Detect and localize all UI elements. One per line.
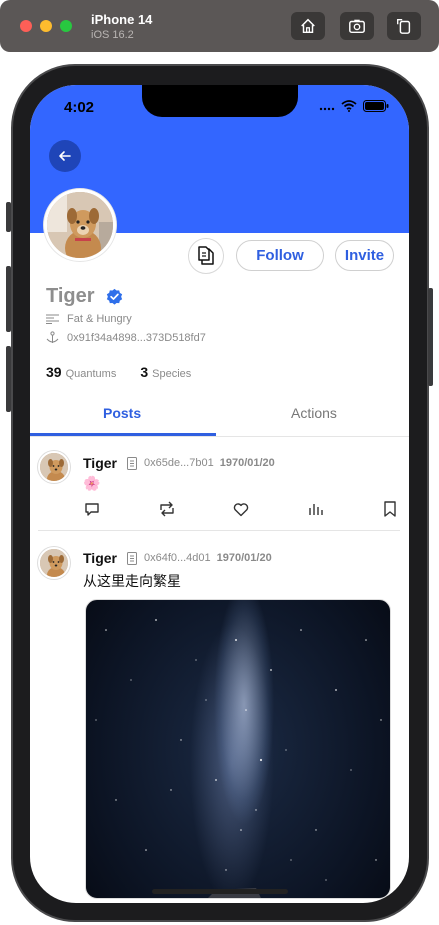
- phone-screen: 4:02 Follow Invite Tiger Fat & Hungry 0x…: [30, 85, 409, 903]
- simulator-title-bar: iPhone 14 iOS 16.2: [0, 0, 439, 52]
- follow-button[interactable]: Follow: [236, 240, 324, 271]
- bio-row: Fat & Hungry: [46, 313, 132, 325]
- repost-icon: [159, 501, 174, 517]
- address-row[interactable]: 0x91f34a4898...373D518fd7: [46, 331, 206, 344]
- document-icon: [126, 551, 137, 565]
- invite-button[interactable]: Invite: [335, 240, 394, 271]
- arrow-left-icon: [59, 151, 71, 161]
- volume-up-button: [6, 266, 11, 332]
- wifi-icon: [341, 100, 357, 112]
- comment-icon: [85, 503, 99, 516]
- os-version: iOS 16.2: [91, 29, 134, 41]
- screenshot-icon: [349, 19, 365, 34]
- stat-label: Species: [152, 368, 192, 380]
- close-window-button[interactable]: [20, 20, 32, 32]
- post-header: Tiger 0x64f0...4d01 1970/01/20: [83, 550, 272, 566]
- verified-badge-icon: [106, 288, 123, 305]
- cellular-icon: [319, 107, 335, 111]
- profile-tabs: Posts Actions: [30, 393, 409, 437]
- starfield: [95, 619, 382, 898]
- volume-down-button: [6, 346, 11, 412]
- profile-avatar[interactable]: [44, 189, 116, 261]
- stat-value: 3: [140, 364, 149, 380]
- text-lines-icon: [46, 314, 59, 324]
- post-header: Tiger 0x65de...7b01 1970/01/20: [83, 455, 275, 471]
- screenshot-button[interactable]: [340, 12, 374, 40]
- home-button[interactable]: [291, 12, 325, 40]
- reply-button[interactable]: [83, 500, 101, 518]
- minimize-window-button[interactable]: [40, 20, 52, 32]
- post-image-milky-way[interactable]: [85, 599, 391, 899]
- stat-value: 39: [46, 364, 62, 380]
- post-text: 🌸: [83, 475, 101, 491]
- post-author-avatar[interactable]: [38, 547, 70, 579]
- post-author-name[interactable]: Tiger: [83, 455, 117, 471]
- device-name: iPhone 14: [91, 12, 153, 27]
- post-address[interactable]: 0x64f0...4d01: [144, 552, 211, 564]
- tab-actions[interactable]: Actions: [291, 405, 337, 421]
- home-icon: [301, 18, 315, 34]
- rotate-icon: [397, 19, 411, 34]
- copy-address-button[interactable]: [188, 238, 224, 274]
- stat-quantums[interactable]: 39 Quantums: [46, 364, 116, 380]
- back-button[interactable]: [49, 140, 81, 172]
- status-time: 4:02: [64, 99, 95, 116]
- zoom-window-button[interactable]: [60, 20, 72, 32]
- profile-stats: 39 Quantums 3 Species: [46, 364, 191, 380]
- post-author-name[interactable]: Tiger: [83, 550, 117, 566]
- post-text: 从这里走向繁星: [83, 574, 181, 590]
- copy-document-icon: [198, 246, 214, 265]
- dog-photo: [47, 192, 113, 258]
- bar-chart-icon: [308, 504, 323, 515]
- tab-posts[interactable]: Posts: [103, 405, 141, 421]
- document-icon: [126, 456, 137, 470]
- active-tab-indicator: [30, 433, 216, 436]
- post-actions: [83, 500, 399, 518]
- post-divider: [38, 530, 400, 531]
- wallet-address: 0x91f34a4898...373D518fd7: [67, 331, 206, 344]
- power-button: [428, 288, 433, 386]
- anchor-icon: [46, 331, 59, 343]
- status-icons: [319, 100, 389, 112]
- post-date: 1970/01/20: [219, 457, 275, 469]
- rotate-button[interactable]: [387, 12, 421, 40]
- bookmark-button[interactable]: [381, 500, 399, 518]
- home-indicator[interactable]: [152, 889, 288, 894]
- profile-name: Tiger: [46, 285, 95, 307]
- repost-button[interactable]: [158, 500, 176, 518]
- like-button[interactable]: [232, 500, 250, 518]
- bio-text: Fat & Hungry: [67, 313, 132, 325]
- stat-species[interactable]: 3 Species: [140, 364, 191, 380]
- heart-icon: [233, 502, 249, 516]
- bookmark-icon: [384, 501, 396, 517]
- mute-switch: [6, 202, 11, 232]
- post-author-avatar[interactable]: [38, 451, 70, 483]
- stats-button[interactable]: [307, 500, 325, 518]
- dog-thumbnail: [40, 549, 68, 577]
- stat-label: Quantums: [65, 368, 117, 380]
- dog-thumbnail: [40, 453, 68, 481]
- post-address[interactable]: 0x65de...7b01: [144, 457, 214, 469]
- battery-icon: [363, 100, 389, 112]
- dynamic-notch: [142, 85, 298, 117]
- post-date: 1970/01/20: [216, 552, 272, 564]
